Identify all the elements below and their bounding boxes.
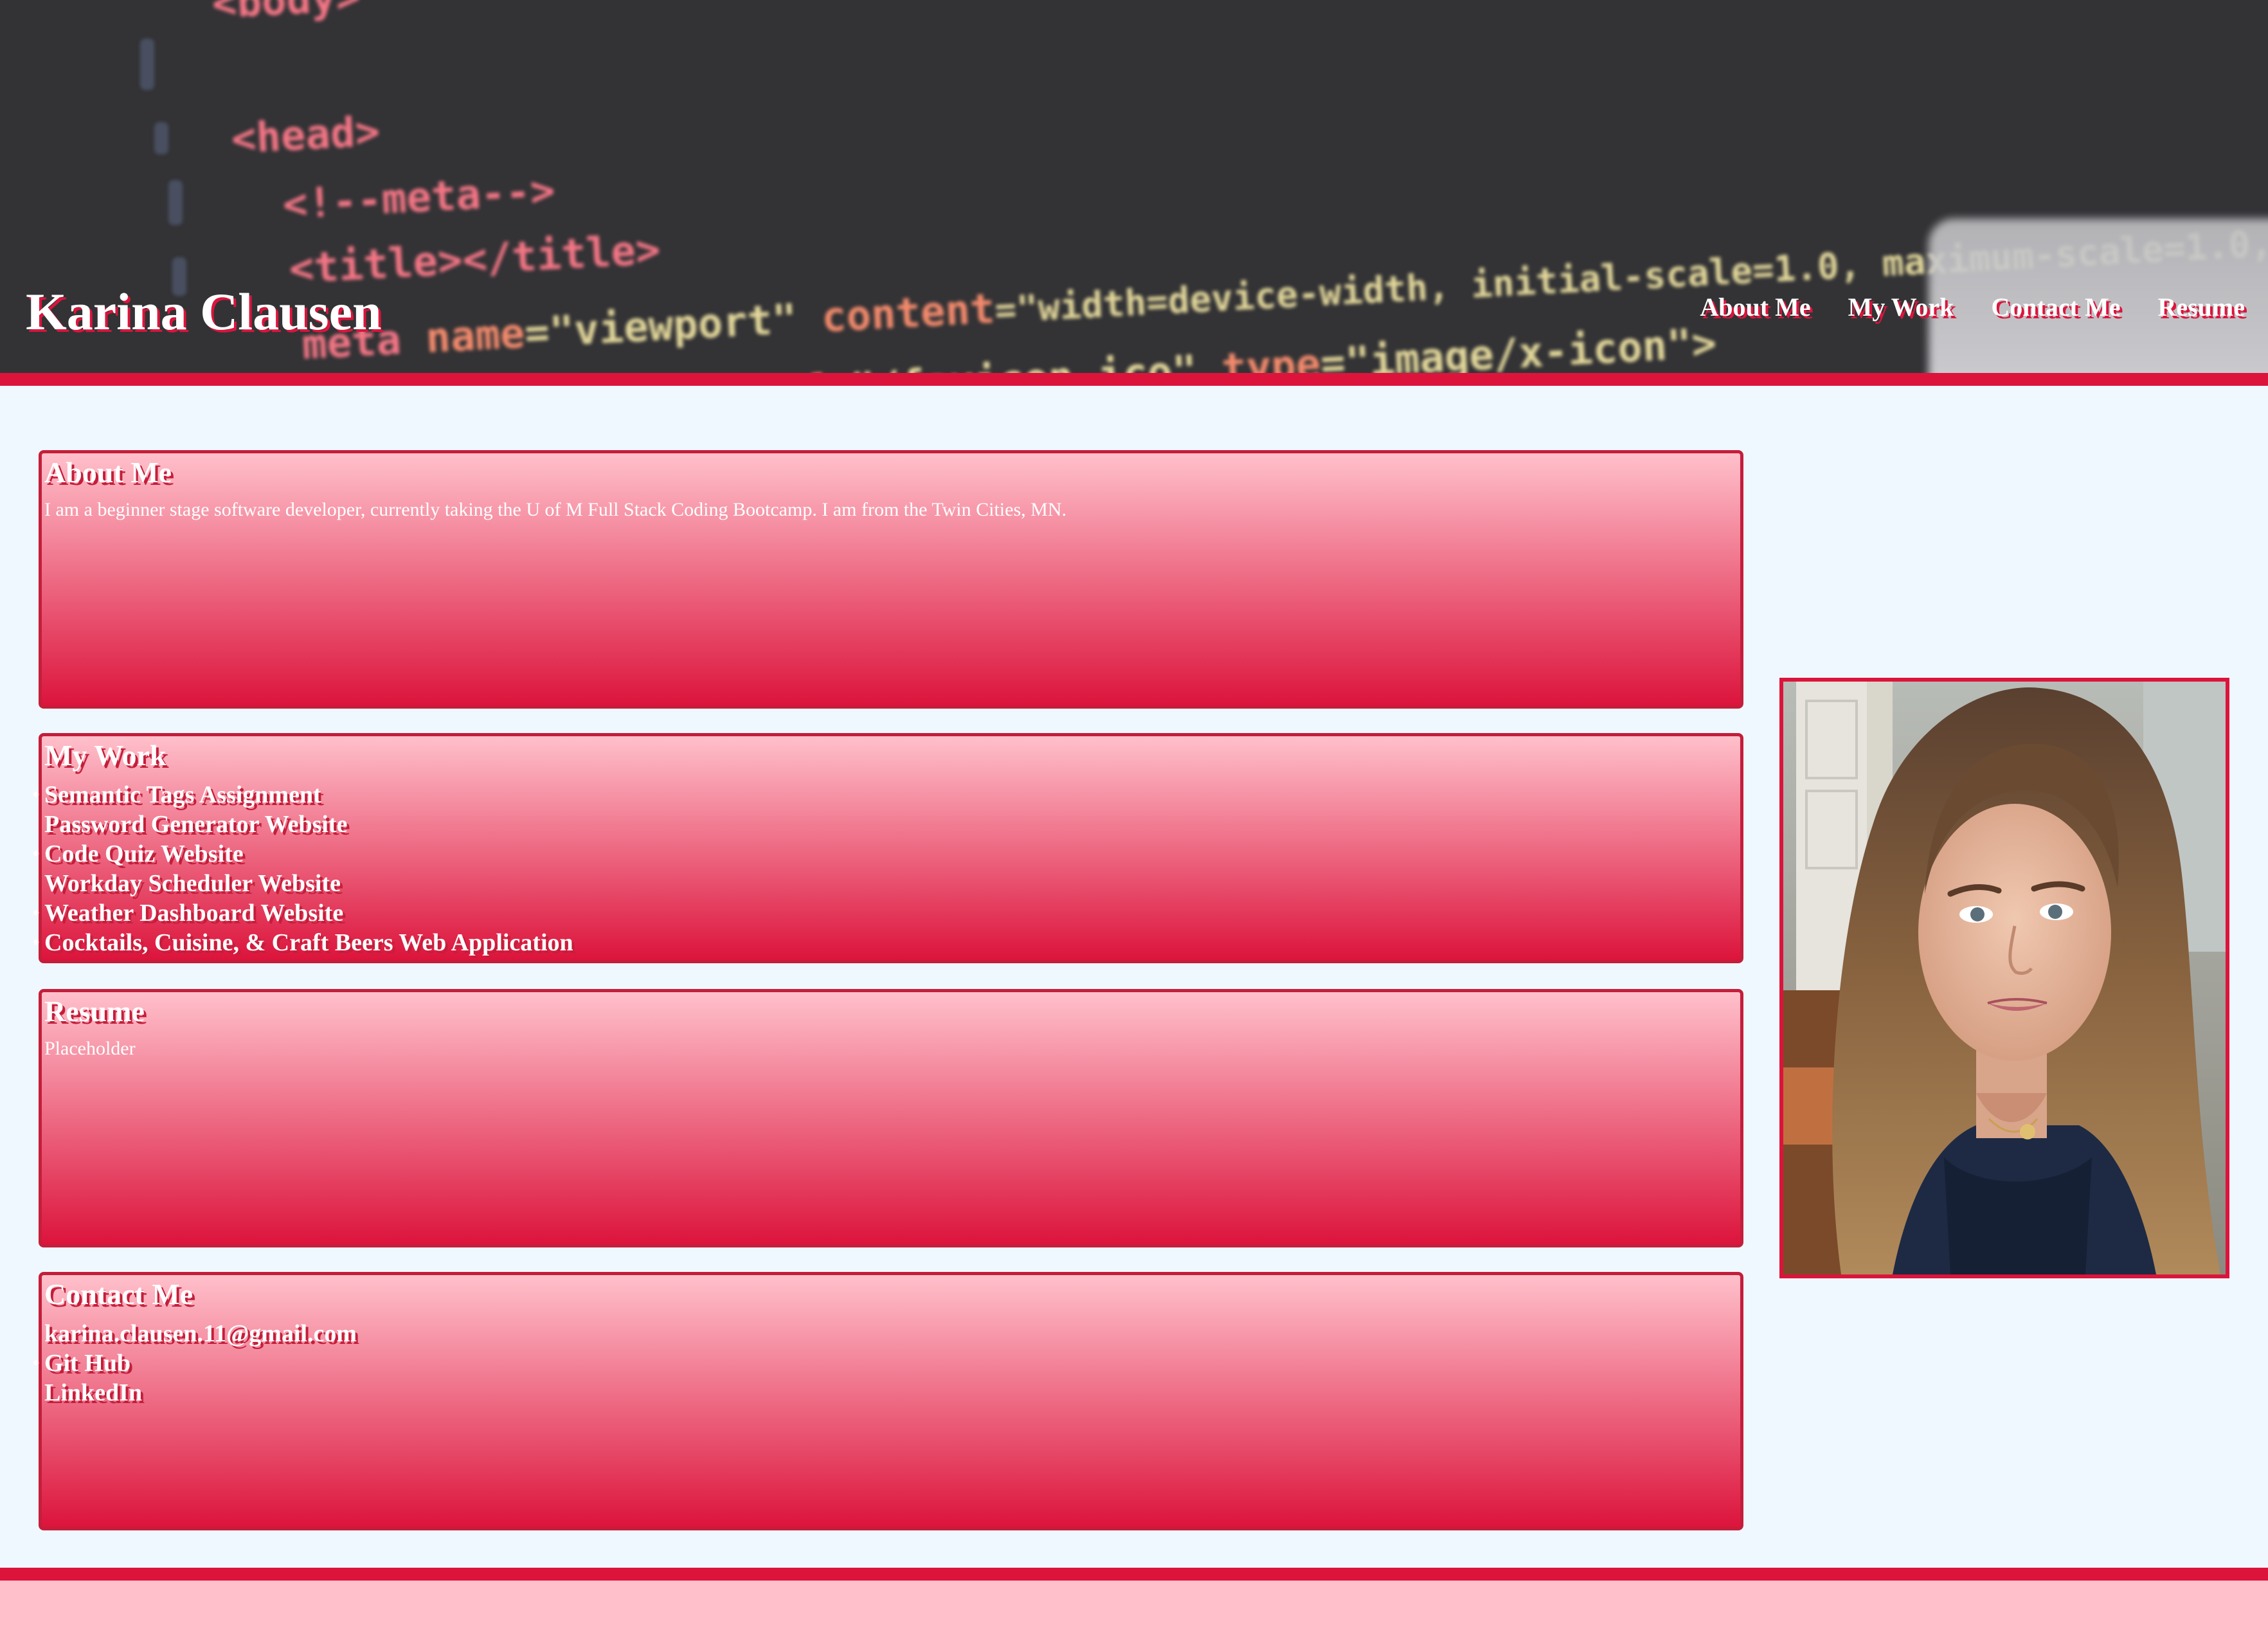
code-text: name xyxy=(424,309,526,363)
work-link-weather-dashboard[interactable]: Weather Dashboard Website xyxy=(33,898,1740,928)
nav-link-resume[interactable]: Resume xyxy=(2157,292,2245,322)
site-footer xyxy=(0,1568,2268,1632)
work-link-password-generator[interactable]: Password Generator Website xyxy=(44,810,1740,839)
code-text: href xyxy=(726,367,827,373)
work-list: Semantic Tags Assignment Password Genera… xyxy=(33,780,1740,957)
about-me-text: I am a beginner stage software developer… xyxy=(44,499,1066,520)
about-me-heading: About Me xyxy=(44,456,172,489)
nav-link-contact-me[interactable]: Contact Me xyxy=(1991,292,2120,322)
nav-link-about-me[interactable]: About Me xyxy=(1700,292,1810,322)
my-work-section: My Work Semantic Tags Assignment Passwor… xyxy=(33,733,1743,963)
code-text: </title> xyxy=(461,226,662,284)
resume-text: Placeholder xyxy=(44,1038,136,1059)
code-text: ="viewport" xyxy=(523,294,823,358)
code-text: ="image/x-icon"> xyxy=(1319,320,1718,386)
contact-github-link[interactable]: Git Hub xyxy=(33,1348,1740,1378)
code-text: <!--meta--> xyxy=(282,167,557,229)
contact-email-link[interactable]: karina.clausen.11@gmail.com xyxy=(44,1319,1740,1348)
work-link-semantic-tags[interactable]: Semantic Tags Assignment xyxy=(33,780,1740,810)
main-nav: About Me My Work Contact Me Resume xyxy=(1700,292,2245,322)
work-link-code-quiz[interactable]: Code Quiz Website xyxy=(33,839,1740,869)
site-title: Karina Clausen xyxy=(26,282,382,341)
profile-photo xyxy=(1779,678,2229,1278)
work-link-cocktails-app[interactable]: Cocktails, Cuisine, & Craft Beers Web Ap… xyxy=(33,928,1740,957)
resume-section: Resume Placeholder xyxy=(39,989,1743,1247)
about-me-section: About Me I am a beginner stage software … xyxy=(39,450,1743,709)
code-text: <head> xyxy=(230,107,381,163)
code-text: <body> xyxy=(211,0,362,28)
work-link-workday-scheduler[interactable]: Workday Scheduler Website xyxy=(44,869,1740,898)
contact-me-section: Contact Me karina.clausen.11@gmail.com G… xyxy=(33,1272,1743,1530)
contact-list: karina.clausen.11@gmail.com Git Hub Link… xyxy=(33,1319,1740,1408)
site-header: <body> <head> <!--meta--> <title></title… xyxy=(0,0,2268,386)
code-text: type xyxy=(1220,340,1322,386)
contact-linkedin-link[interactable]: LinkedIn xyxy=(44,1378,1740,1408)
resume-heading: Resume xyxy=(44,995,145,1028)
nav-link-my-work[interactable]: My Work xyxy=(1848,292,1954,322)
code-text: ="/favicon.ico" xyxy=(824,345,1223,386)
contact-me-heading: Contact Me xyxy=(44,1278,194,1310)
code-text: icon" xyxy=(577,372,728,374)
code-text: content xyxy=(820,285,996,342)
my-work-heading: My Work xyxy=(44,739,166,772)
